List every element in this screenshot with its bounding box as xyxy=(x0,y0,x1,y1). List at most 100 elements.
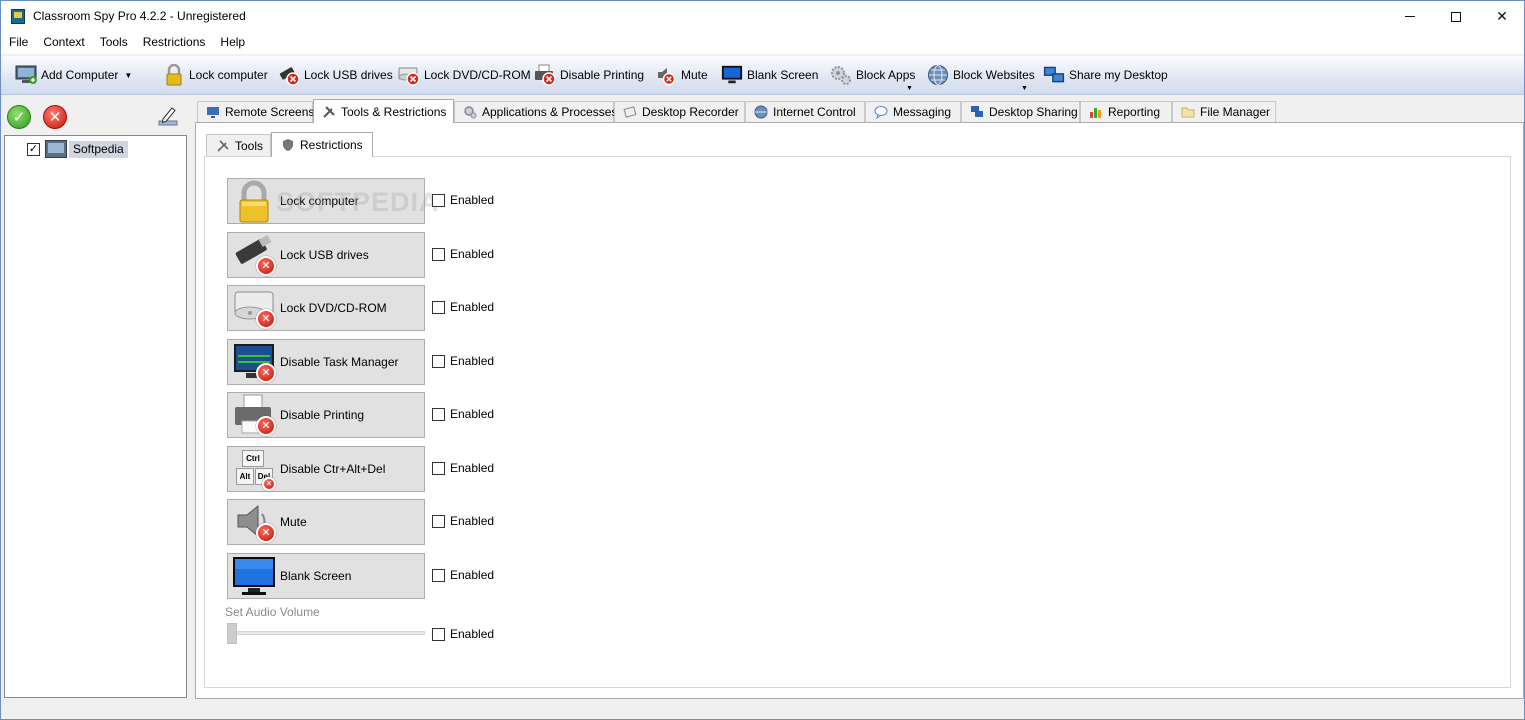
x-badge-icon: ✕ xyxy=(256,256,276,276)
restriction-label: Lock USB drives xyxy=(280,248,369,262)
select-all-button[interactable]: ✓ xyxy=(7,105,31,129)
lock-usb-enabled-toggle[interactable]: Enabled xyxy=(432,247,494,261)
tab-label: Remote Screens xyxy=(225,105,315,119)
gears-icon xyxy=(463,105,477,119)
tab-tools-restrictions[interactable]: Tools & Restrictions xyxy=(313,99,454,123)
dvd-drive-icon xyxy=(398,64,420,86)
blank-screen-button[interactable]: Blank Screen xyxy=(721,63,818,87)
tree-item-softpedia[interactable]: ✓ Softpedia xyxy=(27,140,128,158)
mute-button[interactable]: Mute xyxy=(655,63,708,87)
tab-desktop-sharing[interactable]: Desktop Sharing xyxy=(961,101,1080,122)
tab-desktop-recorder[interactable]: Desktop Recorder xyxy=(614,101,745,122)
tab-file-manager[interactable]: File Manager xyxy=(1172,101,1276,122)
computers-panel-toolbar: ✓ ✕ xyxy=(1,97,191,135)
menu-restrictions[interactable]: Restrictions xyxy=(135,32,213,54)
lock-usb-restriction-button[interactable]: ✕ Lock USB drives xyxy=(227,232,425,278)
maximize-button[interactable] xyxy=(1433,1,1479,32)
enabled-checkbox[interactable] xyxy=(432,568,445,582)
subtab-restrictions[interactable]: Restrictions xyxy=(271,132,373,157)
disable-task-manager-restriction-button[interactable]: ✕ Disable Task Manager xyxy=(227,339,425,385)
x-badge-icon: ✕ xyxy=(256,416,276,436)
block-websites-button[interactable]: Block Websites ▼ xyxy=(927,63,1035,92)
folder-icon xyxy=(1181,105,1195,119)
tab-label: Applications & Processes xyxy=(482,105,618,119)
add-computer-label: Add Computer xyxy=(41,68,119,82)
audio-volume-slider[interactable] xyxy=(227,631,425,635)
tab-internet-control[interactable]: Internet Control xyxy=(745,101,865,122)
enabled-label: Enabled xyxy=(450,461,495,475)
enabled-checkbox[interactable] xyxy=(432,627,445,641)
deselect-all-button[interactable]: ✕ xyxy=(43,105,67,129)
softpedia-watermark: SOFTPEDIA xyxy=(276,187,440,217)
tab-reporting[interactable]: Reporting xyxy=(1080,101,1172,122)
block-apps-button[interactable]: Block Apps ▼ xyxy=(830,63,915,92)
enabled-checkbox[interactable] xyxy=(432,193,445,207)
keyboard-keys-icon: Ctrl Alt Del ✕ xyxy=(232,447,276,491)
enabled-label: Enabled xyxy=(450,247,495,261)
lock-computer-button[interactable]: Lock computer xyxy=(163,63,268,87)
enabled-checkbox[interactable] xyxy=(432,354,445,368)
lock-dvd-restriction-button[interactable]: ✕ Lock DVD/CD-ROM xyxy=(227,285,425,331)
shield-icon xyxy=(281,138,295,152)
padlock-icon xyxy=(163,64,185,86)
share-desktop-icon xyxy=(1043,64,1065,86)
blank-screen-label: Blank Screen xyxy=(747,68,819,82)
lock-usb-button[interactable]: Lock USB drives xyxy=(278,63,393,87)
enabled-checkbox[interactable] xyxy=(432,461,445,475)
mute-enabled-toggle[interactable]: Enabled xyxy=(432,514,494,528)
block-websites-label: Block Websites xyxy=(953,68,1035,82)
lock-dvd-enabled-toggle[interactable]: Enabled xyxy=(432,300,494,314)
tools-restrictions-panel: Tools Restrictions Lock computer SOFTPED… xyxy=(195,122,1524,699)
share-desktop-icon xyxy=(970,105,984,119)
lock-computer-enabled-toggle[interactable]: Enabled xyxy=(432,193,494,207)
disable-ctrl-alt-del-enabled-toggle[interactable]: Enabled xyxy=(432,461,494,475)
enabled-checkbox[interactable] xyxy=(432,300,445,314)
restriction-label: Lock DVD/CD-ROM xyxy=(280,301,387,315)
tab-messaging[interactable]: Messaging xyxy=(865,101,961,122)
mute-restriction-button[interactable]: ✕ Mute xyxy=(227,499,425,545)
restrictions-panel: Lock computer SOFTPEDIA Enabled ✕ Lock U… xyxy=(204,156,1511,688)
subtab-tools[interactable]: Tools xyxy=(206,134,271,156)
lock-dvd-button[interactable]: Lock DVD/CD-ROM xyxy=(398,63,531,87)
share-desktop-button[interactable]: Share my Desktop xyxy=(1043,63,1168,87)
lock-dvd-label: Lock DVD/CD-ROM xyxy=(424,68,531,82)
menu-help[interactable]: Help xyxy=(212,32,252,54)
enabled-checkbox[interactable] xyxy=(432,514,445,528)
audio-volume-enabled-toggle[interactable]: Enabled xyxy=(432,627,494,641)
menu-bar: File Context Tools Restrictions Help xyxy=(1,32,1524,54)
disable-task-manager-enabled-toggle[interactable]: Enabled xyxy=(432,354,494,368)
close-icon: ✕ xyxy=(1496,8,1508,24)
disable-ctrl-alt-del-restriction-button[interactable]: Ctrl Alt Del ✕ Disable Ctr+Alt+Del xyxy=(227,446,425,492)
blank-screen-restriction-button[interactable]: Blank Screen xyxy=(227,553,425,599)
menu-tools[interactable]: Tools xyxy=(92,32,135,54)
disable-printing-button[interactable]: Disable Printing xyxy=(534,63,644,87)
audio-volume-slider-handle[interactable] xyxy=(227,623,237,644)
disable-printing-restriction-button[interactable]: ✕ Disable Printing xyxy=(227,392,425,438)
chevron-down-icon: ▼ xyxy=(906,85,913,92)
enabled-label: Enabled xyxy=(450,514,495,528)
edit-computer-button[interactable] xyxy=(157,105,179,127)
enabled-checkbox[interactable] xyxy=(432,407,445,421)
tab-label: Reporting xyxy=(1108,105,1161,119)
add-computer-button[interactable]: Add Computer ▼ xyxy=(15,63,132,87)
lock-computer-restriction-button[interactable]: Lock computer SOFTPEDIA xyxy=(227,178,439,224)
ctrl-key: Ctrl xyxy=(242,450,264,467)
minimize-button[interactable] xyxy=(1387,1,1433,32)
tab-label: Tools & Restrictions xyxy=(341,104,447,119)
computers-panel: ✓ ✕ ✓ Softpedia xyxy=(1,97,191,701)
padlock-icon xyxy=(232,179,276,223)
disable-printing-enabled-toggle[interactable]: Enabled xyxy=(432,407,494,421)
tab-remote-screens[interactable]: Remote Screens xyxy=(197,101,315,122)
tab-label: Messaging xyxy=(893,105,952,119)
close-button[interactable]: ✕ xyxy=(1479,1,1525,32)
enabled-checkbox[interactable] xyxy=(432,247,445,261)
enabled-label: Enabled xyxy=(450,568,495,582)
tree-item-label: Softpedia xyxy=(69,140,128,158)
blank-screen-enabled-toggle[interactable]: Enabled xyxy=(432,568,494,582)
globe-icon xyxy=(754,105,768,119)
printer-icon xyxy=(534,64,556,86)
tab-applications-processes[interactable]: Applications & Processes xyxy=(454,101,618,122)
tree-item-checkbox[interactable]: ✓ xyxy=(27,142,40,156)
menu-file[interactable]: File xyxy=(1,32,35,54)
menu-context[interactable]: Context xyxy=(35,32,91,54)
